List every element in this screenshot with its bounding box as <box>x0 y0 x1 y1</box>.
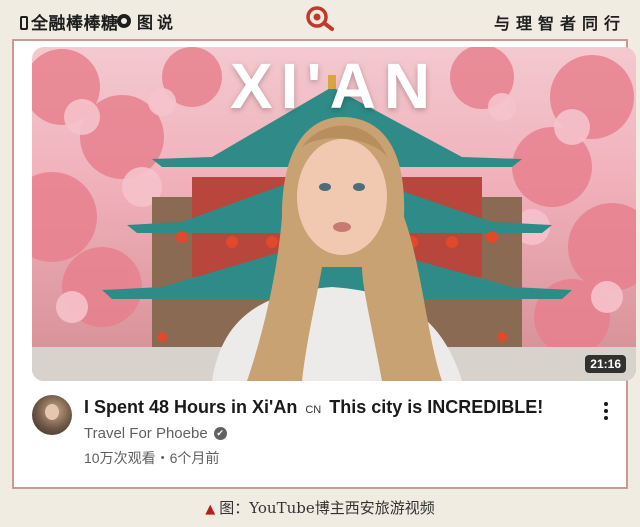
caption-text: 图：YouTube博主西安旅游视频 <box>219 499 435 517</box>
video-title[interactable]: I Spent 48 Hours in Xi'An CN This city i… <box>84 397 543 418</box>
channel-avatar[interactable] <box>32 395 72 435</box>
search-icon[interactable] <box>303 4 339 32</box>
section-label: 图说 <box>117 9 177 33</box>
video-thumbnail[interactable]: XI'AN 21:16 <box>32 47 636 381</box>
channel-name[interactable]: Travel For Phoebe ✔ <box>84 425 227 442</box>
thumbnail-title: XI'AN <box>229 50 439 122</box>
brand-mark-icon <box>20 16 28 30</box>
duration-badge: 21:16 <box>585 355 626 373</box>
verified-icon: ✔ <box>213 427 227 440</box>
more-options-icon[interactable] <box>596 399 616 423</box>
video-title-part2: This city is INCREDIBLE! <box>329 397 544 417</box>
slogan: 与理智者同行 <box>493 16 626 33</box>
section-dot-icon <box>117 14 131 28</box>
section-title: 图说 <box>137 15 178 32</box>
video-title-part1: I Spent 48 Hours in Xi'An <box>84 397 298 417</box>
channel-name-text: Travel For Phoebe <box>84 425 208 442</box>
figure-caption: ▲ 图：YouTube博主西安旅游视频 <box>0 497 640 518</box>
top-bar: 全融棒棒糖 图说 与理智者同行 <box>0 0 640 38</box>
flag-label: CN <box>305 404 322 416</box>
video-meta: 10万次观看・6个月前 <box>84 450 220 466</box>
video-card-frame: XI'AN 21:16 I Spent 48 Hours in Xi'An CN… <box>12 39 636 489</box>
brand-name: 全融棒棒糖 <box>31 14 119 33</box>
brand-logo: 全融棒棒糖 <box>20 9 119 34</box>
caption-marker: ▲ <box>205 502 216 517</box>
